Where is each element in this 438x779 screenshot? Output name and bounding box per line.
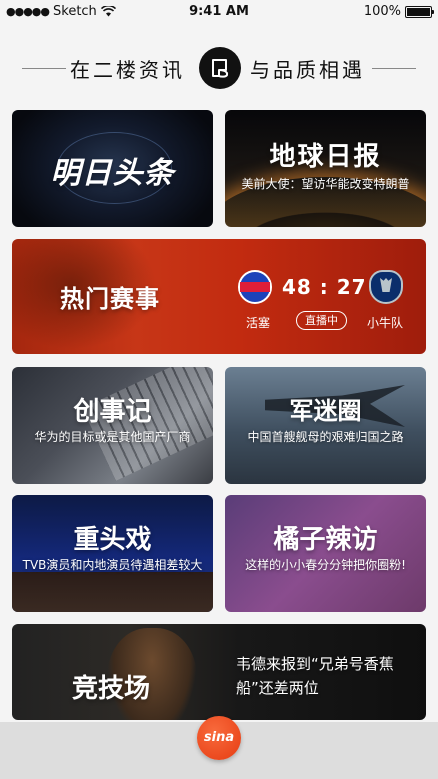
home-team-name: 活塞 [246,316,271,330]
header-slogan-right: 与品质相遇 [250,58,365,82]
card-zhongtouxi[interactable]: 重头戏 TVB演员和内地演员待遇相差较大 [12,495,213,612]
card-subtitle: 中国首艘舰母的艰难归国之路 [247,430,404,444]
live-badge: 直播中 [296,311,347,330]
card-mingri-toutiao[interactable]: 明日头条 [12,110,213,227]
card-title: 热门赛事 [60,285,160,313]
card-subtitle: 华为的目标或是其他国产厂商 [34,430,191,444]
card-jingjichang[interactable]: 竞技场 韦德来报到“兄弟号香蕉船”还差两位 [12,624,426,720]
page-header: 在二楼资讯 与品质相遇 [0,42,438,96]
card-title: 军迷圈 [289,397,362,425]
card-title: 橘子辣访 [273,525,378,555]
card-title: 明日头条 [50,156,175,191]
stage-scene [12,572,213,612]
card-subtitle: 韦德来报到“兄弟号香蕉船”还差两位 [236,655,394,697]
card-title: 地球日报 [269,142,382,172]
card-junmiquan[interactable]: 军迷圈 中国首艘舰母的艰难归国之路 [225,367,426,484]
card-subtitle: 美前大使：望访华能改变特朗普 [241,177,410,191]
header-divider-right [372,68,416,69]
battery-icon [405,5,434,18]
pistons-logo-icon [238,270,272,304]
header-slogan-left: 在二楼资讯 [70,58,185,82]
card-title: 创事记 [73,397,152,427]
card-title: 竞技场 [72,674,151,704]
card-title: 重头戏 [73,525,152,555]
paper-logo-icon [199,47,241,89]
battery-percent: 100% [363,4,401,19]
card-subtitle: TVB演员和内地演员待遇相差较大 [22,558,203,572]
card-subtitle: 这样的小小春分分钟把你圈粉! [245,558,406,572]
card-chuangshiji[interactable]: 创事记 华为的目标或是其他国产厂商 [12,367,213,484]
match-score: 48 : 27 [282,275,367,299]
card-diqiu-ribao[interactable]: 地球日报 美前大使：望访华能改变特朗普 [225,110,426,227]
card-juzi-lafang[interactable]: 橘子辣访 这样的小小春分分钟把你圈粉! [225,495,426,612]
status-bar: ●●●●● Sketch 9:41 AM 100% [0,0,438,24]
sina-icon[interactable]: sina [197,716,241,760]
status-right: 100% [363,4,434,19]
card-remen-saishi[interactable]: 热门赛事 48 : 27 活塞 直播中 小牛队 [12,239,426,354]
away-team-name: 小牛队 [367,316,404,330]
header-divider-left [22,68,66,69]
mavericks-logo-icon [369,270,403,304]
